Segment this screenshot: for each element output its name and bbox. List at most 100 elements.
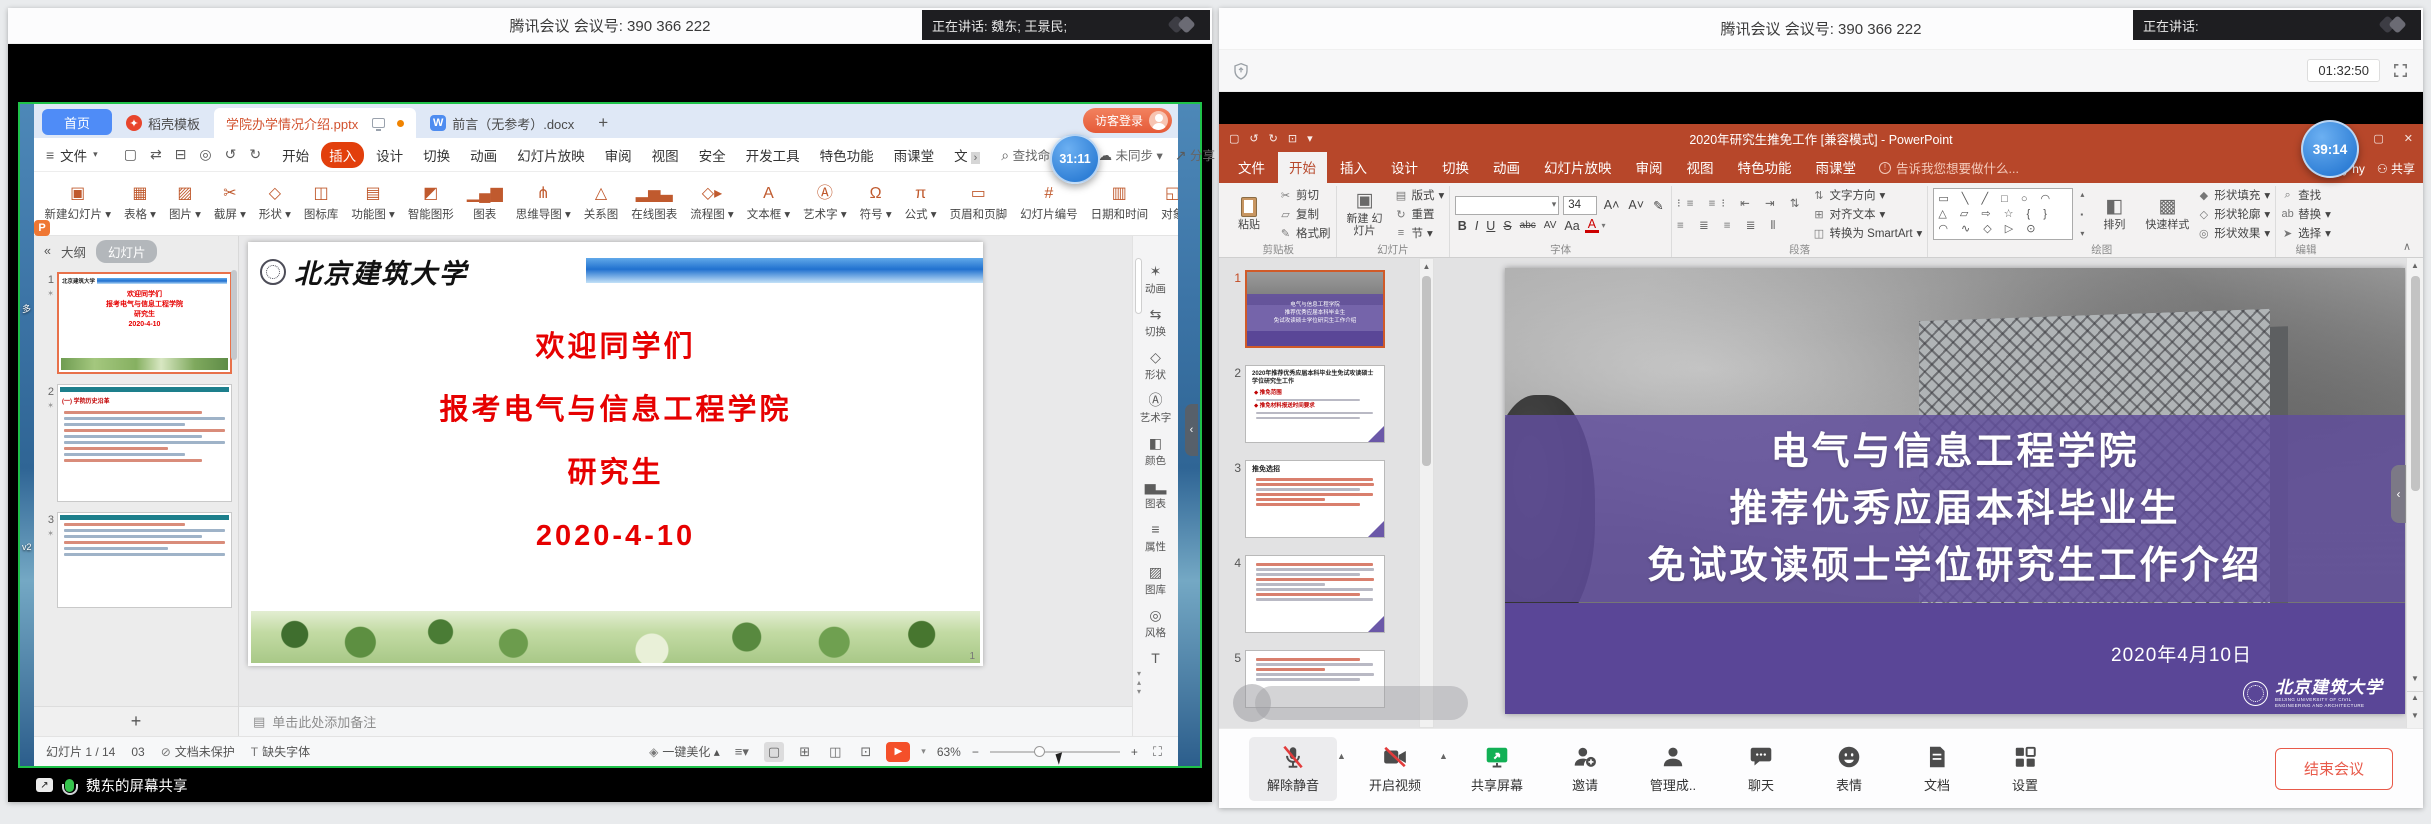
- ppt-menu-item[interactable]: 特色功能: [1727, 151, 1803, 183]
- strikethrough-button[interactable]: S: [1501, 219, 1514, 233]
- char-spacing-button[interactable]: AV: [1541, 220, 1559, 231]
- new-slide-button[interactable]: ▣新建 幻灯片: [1342, 191, 1388, 237]
- shape-outline-button[interactable]: ◇形状轮廓 ▾: [2197, 206, 2270, 223]
- ppt-menu-item[interactable]: 审阅: [1625, 151, 1674, 183]
- rail-tool-button[interactable]: ◧ 颜色: [1145, 436, 1166, 468]
- replace-button[interactable]: ab替换 ▾: [2281, 206, 2331, 223]
- display-options-icon[interactable]: ≡▾: [731, 742, 753, 762]
- wps-menu-item[interactable]: 文: [946, 142, 988, 168]
- meeting-timer-bubble[interactable]: 39:14: [2301, 120, 2359, 178]
- panel-scrollbar[interactable]: [231, 270, 237, 360]
- wps-ribbon-button[interactable]: A 文本框 ▾: [740, 175, 796, 233]
- rail-tool-button[interactable]: ◎ 风格: [1145, 608, 1166, 640]
- wps-menu-item[interactable]: 动画: [462, 142, 505, 168]
- align-text-button[interactable]: ⊞对齐文本 ▾: [1812, 206, 1922, 223]
- font-color-button[interactable]: A: [1585, 219, 1598, 233]
- chat-button[interactable]: 聊天: [1717, 737, 1805, 801]
- ppt-title-bar[interactable]: ▢↺↻⊡▾ 2020年研究生推免工作 [兼容模式] - PowerPoint —…: [1219, 124, 2423, 152]
- arrange-button[interactable]: ◧排列: [2091, 197, 2137, 231]
- collapse-ribbon-icon[interactable]: ∧: [2393, 236, 2421, 257]
- wps-menu-item[interactable]: 插入: [321, 142, 364, 168]
- shapes-gallery[interactable]: ▭ ╲ ╱ □ ○ ◠ △ ▱ ⇨ ☆ { } ◠ ∿ ◇ ▷ ⊙: [1933, 188, 2073, 240]
- protect-status[interactable]: ⊘文档未保护: [161, 743, 235, 760]
- copy-button[interactable]: ▱复制: [1279, 206, 1331, 223]
- format-painter-button[interactable]: ✎格式刷: [1279, 225, 1331, 242]
- select-button[interactable]: ➤选择 ▾: [2281, 225, 2331, 242]
- rail-tool-button[interactable]: ▨ 图库: [1145, 565, 1166, 597]
- rail-tool-button[interactable]: Ⓐ 艺术字: [1140, 393, 1172, 425]
- wps-ribbon-button[interactable]: ◇▸ 流程图 ▾: [684, 175, 740, 233]
- unmute-button[interactable]: 解除静音: [1249, 737, 1337, 801]
- settings-button[interactable]: 设置: [1981, 737, 2069, 801]
- panel-collapse-handle[interactable]: ‹: [2391, 465, 2406, 523]
- find-button[interactable]: ⌕查找: [2281, 187, 2331, 204]
- panel-scrollbar[interactable]: ▲: [1419, 258, 1434, 728]
- ppt-menu-item[interactable]: 切换: [1431, 151, 1480, 183]
- clear-format-icon[interactable]: ✎: [1651, 198, 1666, 213]
- wps-ribbon-button[interactable]: ▦ 表格 ▾: [117, 175, 162, 233]
- wps-menu-item[interactable]: 安全: [691, 142, 734, 168]
- security-shield-icon[interactable]: [1233, 62, 1249, 80]
- underline-button[interactable]: U: [1484, 219, 1498, 233]
- bold-button[interactable]: B: [1455, 219, 1469, 233]
- zoom-level[interactable]: 63%: [937, 745, 961, 759]
- align-buttons[interactable]: ≡ ≣ ≡ ≣ ⫴: [1677, 217, 1805, 234]
- layout-button[interactable]: ▤版式 ▾: [1395, 187, 1445, 204]
- zoom-out-button[interactable]: −: [972, 745, 979, 759]
- tell-me-box[interactable]: ! 告诉我您想要做什么...: [1869, 152, 2029, 183]
- main-slide[interactable]: 北京建筑大学 欢迎同学们报考电气与信息工程学院研究生2020-4-10 1: [248, 242, 983, 666]
- audio-options-caret[interactable]: ▲: [1337, 751, 1351, 761]
- share-screen-button[interactable]: 共享屏幕: [1453, 737, 1541, 801]
- wps-ribbon-button[interactable]: ◩ 智能图形: [401, 175, 460, 233]
- wps-menu-item[interactable]: 设计: [368, 142, 411, 168]
- rail-scroll-arrows[interactable]: ▾▴▾: [1137, 669, 1141, 696]
- quick-access-toolbar[interactable]: ▢↺↻⊡▾: [1229, 132, 1313, 145]
- slide-2-thumbnail[interactable]: (一) 学院历史沿革: [57, 384, 232, 502]
- wps-ribbon-button[interactable]: ▤ 功能图 ▾: [345, 175, 401, 233]
- slide-scrollbar[interactable]: ▲ ▼ ▲ ▼: [2406, 258, 2423, 728]
- share-button[interactable]: ⚇ 共享: [2377, 160, 2415, 177]
- sync-status[interactable]: ☁ 未同步 ▾: [1098, 145, 1163, 164]
- start-video-button[interactable]: 开启视频: [1351, 737, 1439, 801]
- wps-menu-item[interactable]: 雨课堂: [886, 142, 943, 168]
- ppt-menu-item[interactable]: 文件: [1227, 151, 1276, 183]
- undo-icon[interactable]: ↺: [225, 146, 237, 163]
- wps-menu-item[interactable]: 视图: [644, 142, 687, 168]
- fullscreen-icon[interactable]: [2392, 62, 2409, 79]
- wps-menu-item[interactable]: 审阅: [597, 142, 640, 168]
- ppt-menu-item[interactable]: 设计: [1380, 151, 1429, 183]
- slideshow-view-icon[interactable]: ⊡: [856, 742, 875, 762]
- guest-login-button[interactable]: 访客登录: [1083, 108, 1172, 133]
- wps-ribbon-button[interactable]: ▭ 页眉和页脚: [943, 175, 1014, 233]
- rail-tool-button[interactable]: ◇ 形状: [1145, 350, 1166, 382]
- rail-tool-button[interactable]: ≡ 属性: [1145, 522, 1166, 554]
- wps-menu-item[interactable]: 开发工具: [738, 142, 808, 168]
- zoom-slider-knob[interactable]: [1034, 746, 1045, 757]
- ppt-menu-item[interactable]: 幻灯片放映: [1533, 151, 1623, 183]
- wps-menu-item[interactable]: 切换: [415, 142, 458, 168]
- rail-tool-button[interactable]: T: [1151, 651, 1160, 668]
- slide-4-thumbnail[interactable]: [1245, 555, 1385, 633]
- tab-home[interactable]: 首页: [42, 109, 112, 135]
- cut-button[interactable]: ✂剪切: [1279, 187, 1331, 204]
- beautify-button[interactable]: ◈一键美化 ▴: [649, 743, 720, 760]
- wps-menu-item[interactable]: 特色功能: [812, 142, 882, 168]
- rail-tool-button[interactable]: ✶ 动画: [1145, 264, 1166, 296]
- rail-tool-button[interactable]: ⇆ 切换: [1145, 307, 1166, 339]
- smartart-button[interactable]: ◫转换为 SmartArt ▾: [1812, 225, 1922, 242]
- preview-icon[interactable]: ◎: [199, 146, 211, 163]
- normal-view-icon[interactable]: ▢: [764, 742, 784, 762]
- play-slideshow-button[interactable]: ▶: [886, 742, 910, 762]
- wps-ribbon-button[interactable]: ◇ 形状 ▾: [252, 175, 297, 233]
- slide-thumbnail-row[interactable]: 1✶ 北京建筑大学 欢迎同学们报考电气与信息工程学院研究生2020-4-10: [38, 272, 232, 374]
- wps-ribbon-button[interactable]: ◱ 对象: [1155, 175, 1178, 233]
- slide-2-thumbnail[interactable]: 2020年推荐优秀应届本科毕业生免试攻读硕士学位研究生工作 ◆ 推免范围 ◆ 推…: [1245, 365, 1385, 443]
- gallery-spinner[interactable]: ▴▪▾: [2080, 188, 2084, 240]
- font-size-select[interactable]: 34: [1563, 196, 1597, 215]
- slide-thumbnail-row[interactable]: 2✶ (一) 学院历史沿革: [38, 384, 232, 502]
- shape-effects-button[interactable]: ◎形状效果 ▾: [2197, 225, 2270, 242]
- redo-icon[interactable]: ↻: [249, 146, 261, 163]
- notes-bar[interactable]: ▤ 单击此处添加备注: [239, 706, 1132, 736]
- section-button[interactable]: ≡节 ▾: [1395, 225, 1445, 242]
- tab-pptx-document[interactable]: P 学院办学情况介绍.pptx: [214, 108, 416, 138]
